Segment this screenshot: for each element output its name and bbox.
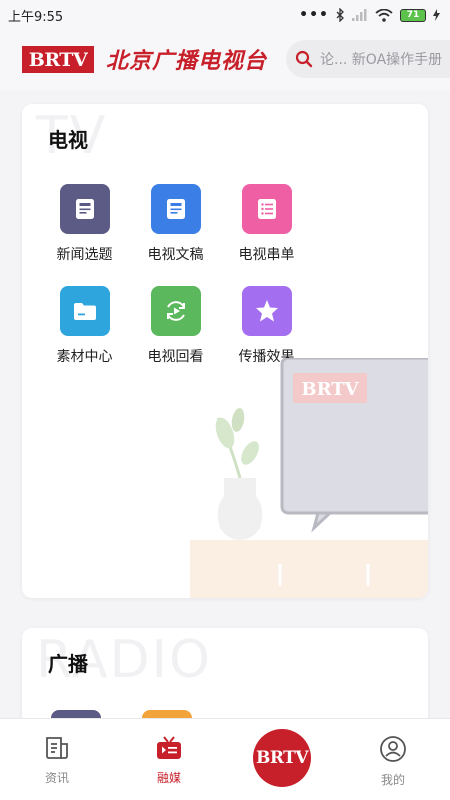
illustration-logo-text: BRTV <box>301 379 359 400</box>
nav-label: 融媒 <box>156 771 181 785</box>
charging-icon <box>433 9 440 21</box>
tile-tv-replay[interactable]: 电视回看 <box>130 286 221 366</box>
wifi-icon <box>375 8 393 22</box>
tile-label: 素材中心 <box>56 349 113 365</box>
search-bar[interactable]: 论... 新OA操作手册 <box>286 40 450 78</box>
radio-section-title: 广播 <box>48 652 88 676</box>
status-icons: ••• 71 <box>299 7 440 23</box>
tile-tv-rundown[interactable]: 电视串单 <box>221 184 312 264</box>
tile-news-topics[interactable]: 新闻选题 <box>39 184 130 264</box>
tv-section-card: TV 电视 新闻选题 电视文稿 电视串单 素材中心 电视回看 传播效果 BRTV <box>22 104 428 598</box>
news-icon <box>46 737 68 759</box>
nav-brtv-home[interactable]: BRTV <box>253 729 311 787</box>
tv-illustration: BRTV <box>190 358 428 598</box>
list-icon <box>241 184 292 234</box>
replay-icon <box>150 286 201 336</box>
document-icon <box>150 184 201 234</box>
station-name: 北京广播电视台 <box>106 48 268 74</box>
tile-media-center[interactable]: 素材中心 <box>39 286 130 366</box>
tv-section-title: 电视 <box>48 128 88 152</box>
search-placeholder: 论... 新OA操作手册 <box>320 52 443 68</box>
search-icon <box>295 50 313 68</box>
brtv-logo: BRTV <box>22 46 94 73</box>
app-header: BRTV 北京广播电视台 论... 新OA操作手册 <box>0 30 450 90</box>
battery-icon: 71 <box>400 8 426 22</box>
status-bar: 上午9:55 ••• 71 <box>0 0 450 30</box>
nav-profile[interactable]: 我的 <box>358 719 428 800</box>
nav-news[interactable]: 资讯 <box>22 719 92 800</box>
tile-tv-scripts[interactable]: 电视文稿 <box>130 184 221 264</box>
tile-label: 电视文稿 <box>147 247 204 263</box>
nav-media[interactable]: 融媒 <box>134 719 204 800</box>
bluetooth-icon <box>336 8 344 22</box>
tile-label: 新闻选题 <box>56 247 113 263</box>
nav-label: 我的 <box>380 773 405 787</box>
tile-label: 电视串单 <box>238 247 295 263</box>
media-icon <box>157 736 181 759</box>
document-icon <box>59 184 110 234</box>
nav-label: 资讯 <box>44 771 69 785</box>
star-icon <box>241 286 292 336</box>
bottom-navigation: 资讯 融媒 BRTV 我的 <box>0 718 450 800</box>
tv-tile-grid: 新闻选题 电视文稿 电视串单 素材中心 电视回看 传播效果 <box>22 184 322 366</box>
signal-icon <box>352 9 367 21</box>
profile-icon <box>380 736 406 762</box>
folder-icon <box>59 286 110 336</box>
status-time: 上午9:55 <box>8 9 64 25</box>
notification-dots: ••• <box>299 7 329 23</box>
tile-broadcast-effect[interactable]: 传播效果 <box>221 286 312 366</box>
